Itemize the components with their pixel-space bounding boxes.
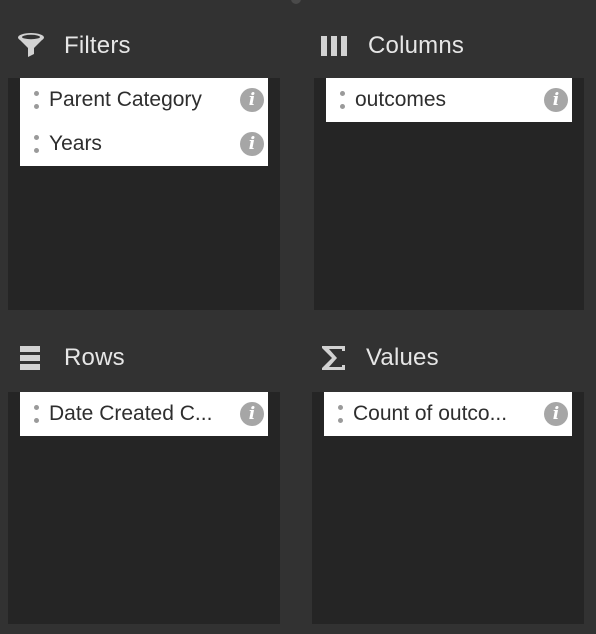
values-header: Values bbox=[316, 340, 439, 376]
row-field-date-created[interactable]: Date Created C... i bbox=[20, 392, 268, 436]
field-label: Date Created C... bbox=[49, 402, 213, 425]
drag-handle-icon[interactable] bbox=[33, 91, 39, 109]
field-label: outcomes bbox=[355, 88, 447, 111]
filters-title: Filters bbox=[64, 32, 131, 59]
columns-area: Columns outcomes i bbox=[314, 28, 584, 310]
columns-icon bbox=[318, 31, 352, 61]
info-icon[interactable]: i bbox=[544, 88, 568, 112]
filters-header: Filters bbox=[14, 28, 131, 64]
columns-title: Columns bbox=[368, 32, 465, 59]
rows-area: Rows Date Created C... i bbox=[8, 340, 280, 624]
drag-handle-icon[interactable] bbox=[339, 91, 345, 109]
drag-handle-icon[interactable] bbox=[337, 405, 343, 423]
drag-handle-icon[interactable] bbox=[33, 405, 39, 423]
info-icon[interactable]: i bbox=[240, 132, 264, 156]
field-label: Parent Category bbox=[49, 88, 202, 111]
panel-resize-handle[interactable] bbox=[291, 0, 301, 4]
filter-field-years[interactable]: Years i bbox=[20, 122, 268, 166]
funnel-icon bbox=[14, 31, 48, 61]
sigma-icon bbox=[316, 343, 350, 373]
value-field-count-of-outcomes[interactable]: Count of outco... i bbox=[324, 392, 572, 436]
rows-icon bbox=[14, 343, 48, 373]
field-label: Count of outco... bbox=[353, 402, 508, 425]
columns-dropzone[interactable]: outcomes i bbox=[314, 78, 584, 310]
info-icon[interactable]: i bbox=[240, 402, 264, 426]
values-area: Values Count of outco... i bbox=[312, 340, 584, 624]
rows-header: Rows bbox=[14, 340, 125, 376]
rows-dropzone[interactable]: Date Created C... i bbox=[8, 392, 280, 624]
filters-area: Filters Parent Category i Years i bbox=[8, 28, 280, 310]
info-icon[interactable]: i bbox=[544, 402, 568, 426]
rows-title: Rows bbox=[64, 344, 125, 371]
values-title: Values bbox=[366, 344, 439, 371]
filters-dropzone[interactable]: Parent Category i Years i bbox=[8, 78, 280, 310]
filter-field-parent-category[interactable]: Parent Category i bbox=[20, 78, 268, 122]
column-field-outcomes[interactable]: outcomes i bbox=[326, 78, 572, 122]
columns-header: Columns bbox=[318, 28, 464, 64]
info-icon[interactable]: i bbox=[240, 88, 264, 112]
values-dropzone[interactable]: Count of outco... i bbox=[312, 392, 584, 624]
drag-handle-icon[interactable] bbox=[33, 135, 39, 153]
field-label: Years bbox=[49, 132, 102, 155]
